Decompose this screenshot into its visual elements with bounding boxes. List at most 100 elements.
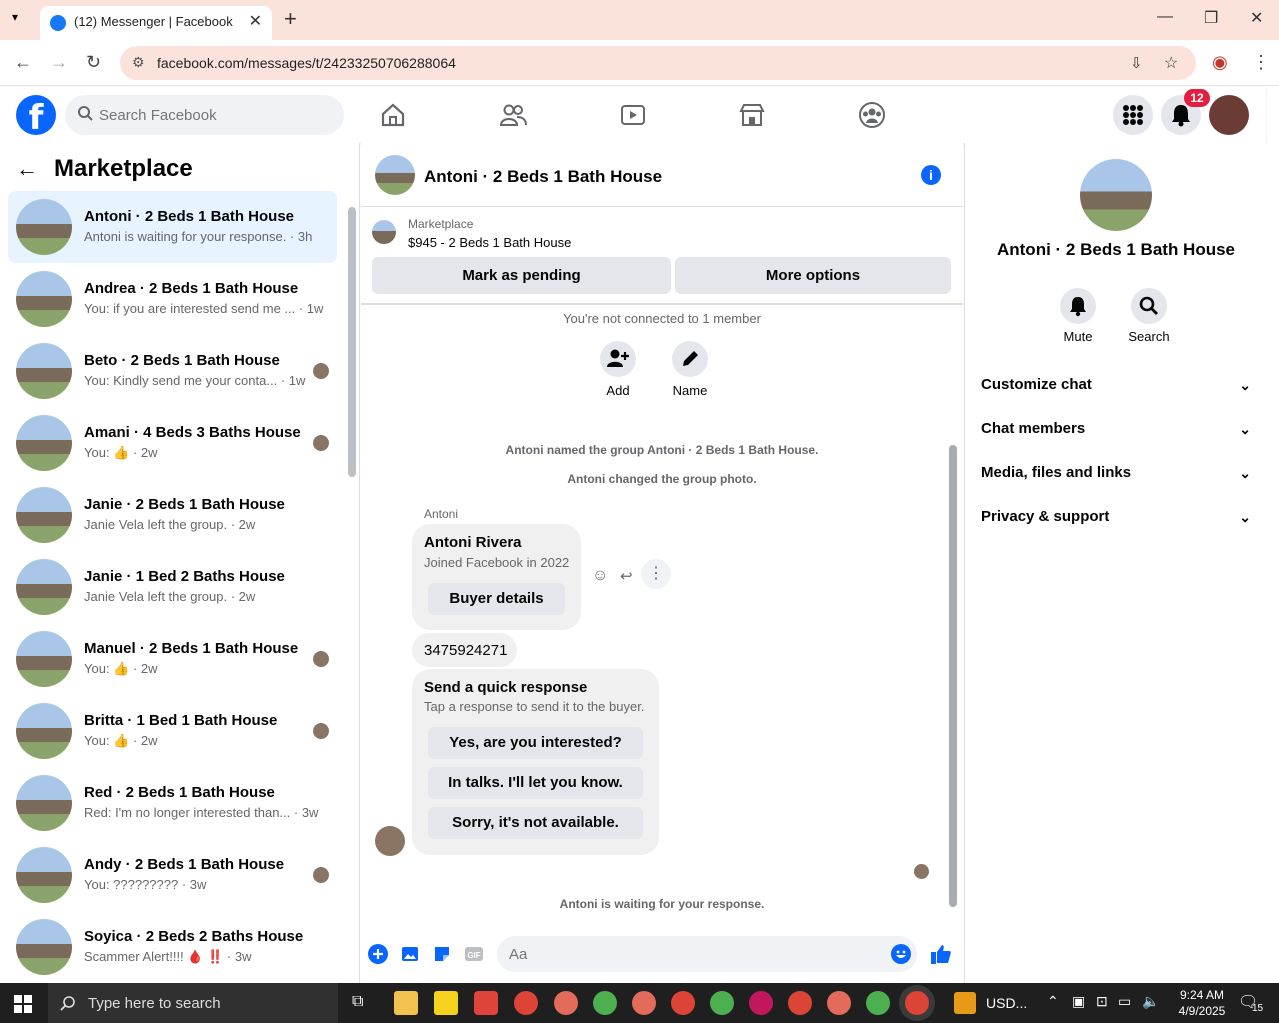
windows-start-icon[interactable]: [14, 995, 32, 1013]
friends-icon[interactable]: [499, 101, 527, 129]
group-photo[interactable]: [1080, 159, 1152, 231]
chrome-icon[interactable]: [749, 991, 773, 1015]
menu-grid-button[interactable]: [1113, 95, 1153, 135]
thumbs-up-icon[interactable]: [930, 943, 952, 965]
more-actions-icon[interactable]: ⋮: [641, 559, 671, 589]
chrome-icon[interactable]: [710, 991, 734, 1015]
conversation-item[interactable]: Andrea · 2 Beds 1 Bath House You: if you …: [8, 263, 337, 335]
account-avatar[interactable]: [1209, 95, 1249, 135]
restore-icon[interactable]: ❐: [1204, 8, 1218, 28]
taskbar-search[interactable]: Type here to search: [48, 983, 338, 1023]
chrome-icon[interactable]: [593, 991, 617, 1015]
app-icon[interactable]: [474, 991, 498, 1015]
forward-icon[interactable]: →: [50, 52, 68, 73]
chrome-icon[interactable]: [671, 991, 695, 1015]
conversation-name: Antoni · 2 Beds 1 Bath House: [84, 208, 295, 225]
thread-scrollbar[interactable]: [949, 445, 957, 907]
bookmark-star-icon[interactable]: ☆: [1164, 53, 1178, 73]
photo-icon[interactable]: [400, 944, 420, 964]
conversation-thumbnail: [16, 631, 72, 687]
reply-icon[interactable]: ↩: [620, 567, 633, 585]
privacy-support-section[interactable]: Privacy & support ⌄: [981, 499, 1251, 535]
facebook-search[interactable]: [65, 95, 344, 135]
chrome-icon[interactable]: [632, 991, 656, 1015]
new-tab-icon[interactable]: +: [284, 6, 297, 32]
close-tab-icon[interactable]: ✕: [249, 11, 262, 31]
quick-response-option[interactable]: Yes, are you interested?: [428, 727, 643, 759]
more-options-button[interactable]: More options: [675, 257, 951, 294]
video-icon[interactable]: [619, 101, 647, 129]
network-icon[interactable]: ▭: [1118, 993, 1131, 1010]
menu-icon[interactable]: ⋮: [1252, 52, 1270, 73]
chat-members-section[interactable]: Chat members ⌄: [981, 411, 1251, 447]
gif-icon[interactable]: GIF: [464, 944, 484, 964]
url-field[interactable]: ⚙ facebook.com/messages/t/24233250706288…: [120, 46, 1196, 80]
browser-tab[interactable]: (12) Messenger | Facebook ✕: [40, 6, 272, 40]
conversation-preview: You: 👍 · 2w: [84, 661, 158, 676]
react-icon[interactable]: ☺: [592, 567, 608, 585]
ticker-text[interactable]: USD...: [986, 995, 1027, 1011]
conversation-item[interactable]: Beto · 2 Beds 1 Bath House You: Kindly se…: [8, 335, 337, 407]
plus-circle-icon[interactable]: [368, 944, 388, 964]
chat-title[interactable]: Antoni · 2 Beds 1 Bath House: [424, 167, 662, 187]
home-icon[interactable]: [379, 101, 407, 129]
add-member-button[interactable]: [600, 341, 636, 377]
conversation-item[interactable]: Britta · 1 Bed 1 Bath House You: 👍 · 2w: [8, 695, 337, 767]
conversation-item[interactable]: Andy · 2 Beds 1 Bath House You: ?????????…: [8, 839, 337, 911]
volume-icon[interactable]: 🔈: [1142, 993, 1159, 1010]
conversation-item[interactable]: Red · 2 Beds 1 Bath House Red: I'm no lon…: [8, 767, 337, 839]
chrome-icon[interactable]: [866, 991, 890, 1015]
sticker-icon[interactable]: [432, 944, 452, 964]
clock[interactable]: 9:24 AM 4/9/2025: [1172, 987, 1232, 1019]
listing-price-title[interactable]: $945 - 2 Beds 1 Bath House: [408, 235, 571, 250]
media-files-links-section[interactable]: Media, files and links ⌄: [981, 455, 1251, 491]
chat-avatar[interactable]: [375, 155, 415, 195]
conversation-item[interactable]: Antoni · 2 Beds 1 Bath House Antoni is wa…: [8, 191, 337, 263]
sender-avatar[interactable]: [375, 826, 405, 856]
marketplace-icon[interactable]: [738, 101, 766, 129]
facebook-logo-icon[interactable]: f: [16, 95, 56, 138]
tray-icon[interactable]: ⊡: [1096, 993, 1108, 1010]
show-hidden-icons-icon[interactable]: ⌃: [1047, 993, 1059, 1010]
search-in-chat-button[interactable]: [1131, 288, 1167, 324]
tab-list-icon[interactable]: ▾: [12, 10, 18, 24]
close-window-icon[interactable]: ✕: [1250, 8, 1263, 28]
reload-icon[interactable]: ↻: [86, 52, 101, 73]
minimize-icon[interactable]: —: [1157, 8, 1173, 26]
profile-icon[interactable]: ◉: [1212, 52, 1228, 73]
tray-icon[interactable]: ▣: [1072, 993, 1085, 1010]
listing-thumbnail[interactable]: [372, 220, 396, 244]
info-icon[interactable]: i: [921, 165, 941, 185]
quick-response-option[interactable]: In talks. I'll let you know.: [428, 767, 643, 799]
conversation-item[interactable]: Amani · 4 Beds 3 Baths House You: 👍 · 2w: [8, 407, 337, 479]
chrome-icon[interactable]: [514, 991, 538, 1015]
conversation-item[interactable]: Janie · 2 Beds 1 Bath House Janie Vela le…: [8, 479, 337, 551]
file-explorer-icon[interactable]: [394, 991, 418, 1015]
buyer-details-button[interactable]: Buyer details: [428, 583, 565, 615]
quick-response-title: Send a quick response: [424, 679, 588, 696]
site-info-icon[interactable]: ⚙: [132, 54, 145, 71]
message-input[interactable]: [509, 936, 879, 972]
mute-button[interactable]: [1060, 288, 1096, 324]
emoji-icon[interactable]: [891, 944, 911, 964]
conversation-item[interactable]: Manuel · 2 Beds 1 Bath House You: 👍 · 2w: [8, 623, 337, 695]
task-view-icon[interactable]: ⧉: [352, 993, 363, 1011]
conversation-list-scrollbar[interactable]: [348, 207, 356, 477]
chrome-icon[interactable]: [788, 991, 812, 1015]
sticky-notes-icon[interactable]: [434, 991, 458, 1015]
mark-as-pending-button[interactable]: Mark as pending: [372, 257, 671, 294]
chrome-icon[interactable]: [554, 991, 578, 1015]
install-icon[interactable]: ⇩: [1130, 54, 1143, 72]
customize-chat-section[interactable]: Customize chat ⌄: [981, 367, 1251, 403]
chrome-icon-active[interactable]: [905, 991, 929, 1015]
chrome-icon[interactable]: [827, 991, 851, 1015]
quick-response-option[interactable]: Sorry, it's not available.: [428, 807, 643, 839]
back-arrow-icon[interactable]: ←: [16, 156, 38, 181]
conversation-item[interactable]: Soyica · 2 Beds 2 Baths House Scammer Ale…: [8, 911, 337, 983]
search-input[interactable]: [99, 95, 329, 135]
name-group-button[interactable]: [672, 341, 708, 377]
back-icon[interactable]: ←: [14, 52, 32, 73]
groups-icon[interactable]: [858, 101, 886, 129]
message-box[interactable]: [497, 936, 917, 972]
conversation-item[interactable]: Janie · 1 Bed 2 Baths House Janie Vela le…: [8, 551, 337, 623]
